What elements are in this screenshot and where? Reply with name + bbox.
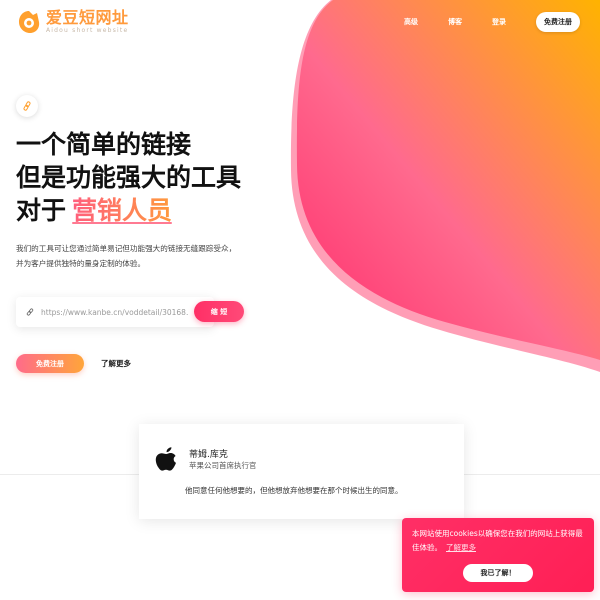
cookie-text: 本网站使用cookies以确保您在我们的网站上获得最佳体验。 了解更多 — [412, 527, 588, 555]
nav-register-button[interactable]: 免费注册 — [536, 12, 580, 32]
cta-learn-more-link[interactable]: 了解更多 — [101, 358, 131, 369]
nav-item-blog[interactable]: 博客 — [448, 17, 462, 27]
apple-icon — [155, 447, 176, 471]
brand[interactable]: 爱豆短网址 Aidou short website — [16, 9, 129, 35]
brand-logo-icon — [19, 11, 40, 33]
url-input-bar — [16, 297, 214, 327]
link-badge — [16, 95, 38, 117]
cookie-banner: 本网站使用cookies以确保您在我们的网站上获得最佳体验。 了解更多 我已了解！ — [402, 518, 594, 592]
testimonial-card: 蒂姆.库克 苹果公司首席执行官 他同意任何他想要的，但他想放弃他想要在那个时候出… — [139, 424, 464, 519]
hero-title-highlight: 营销人员 — [72, 194, 173, 227]
hero-title-line-3: 对于 营销人员 — [16, 194, 241, 227]
hero-title-prefix: 对于 — [16, 196, 67, 225]
testimonial-role: 苹果公司首席执行官 — [189, 461, 257, 470]
cta-register-button[interactable]: 免费注册 — [16, 354, 84, 373]
shorten-button[interactable]: 缩 短 — [194, 301, 244, 322]
hero-title: 一个简单的链接 但是功能强大的工具 对于 营销人员 — [16, 128, 241, 227]
cookie-accept-button[interactable]: 我已了解！ — [463, 564, 533, 582]
brand-name: 爱豆短网址 — [46, 8, 129, 27]
nav-item-premium[interactable]: 高级 — [404, 17, 418, 27]
hero-title-line-1: 一个简单的链接 — [16, 130, 192, 159]
testimonial-name: 蒂姆.库克 — [189, 450, 228, 460]
brand-tagline: Aidou short website — [46, 27, 129, 34]
testimonial-quote: 他同意任何他想要的，但他想放弃他想要在那个时候出生的同意。 — [185, 486, 403, 495]
chain-link-icon — [26, 308, 34, 316]
hero-description: 我们的工具可让您通过简单易记但功能强大的链接无缝跟踪受众，并为客户提供独特的量身… — [16, 244, 237, 268]
hero-title-line-2: 但是功能强大的工具 — [16, 163, 242, 192]
cookie-message: 本网站使用cookies以确保您在我们的网站上获得最佳体验。 — [412, 529, 583, 552]
url-input[interactable] — [39, 306, 201, 318]
highlight-underline — [72, 222, 173, 224]
top-nav: 高级 博客 登录 免费注册 — [404, 12, 580, 32]
nav-item-login[interactable]: 登录 — [492, 17, 506, 27]
link-icon — [23, 101, 31, 111]
hero-highlight-text: 营销人员 — [72, 196, 173, 225]
cookie-learn-more-link[interactable]: 了解更多 — [446, 543, 476, 552]
